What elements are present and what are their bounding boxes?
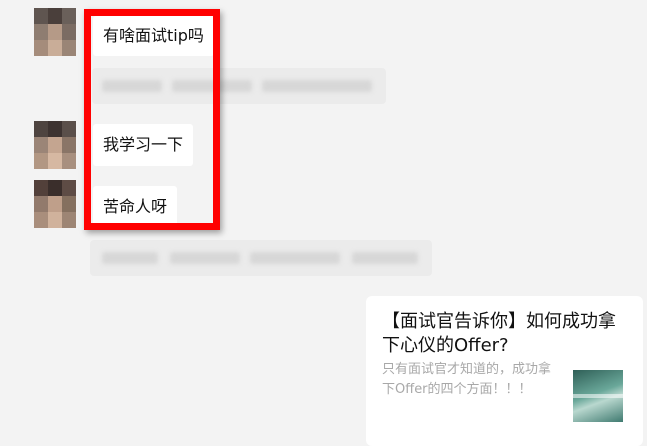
avatar[interactable]: [34, 121, 76, 169]
blurred-message: [90, 240, 432, 276]
card-thumbnail: [573, 370, 623, 422]
avatar[interactable]: [34, 180, 76, 228]
card-title: 【面试官告诉你】如何成功拿下心仪的Offer?: [382, 311, 616, 356]
card-description: 只有面试官才知道的，成功拿下Offer的四个方面！！！: [382, 362, 552, 397]
avatar[interactable]: [34, 8, 76, 56]
shared-article-card[interactable]: 【面试官告诉你】如何成功拿下心仪的Offer? 只有面试官才知道的，成功拿下Of…: [366, 296, 643, 446]
highlight-box: [84, 9, 220, 230]
